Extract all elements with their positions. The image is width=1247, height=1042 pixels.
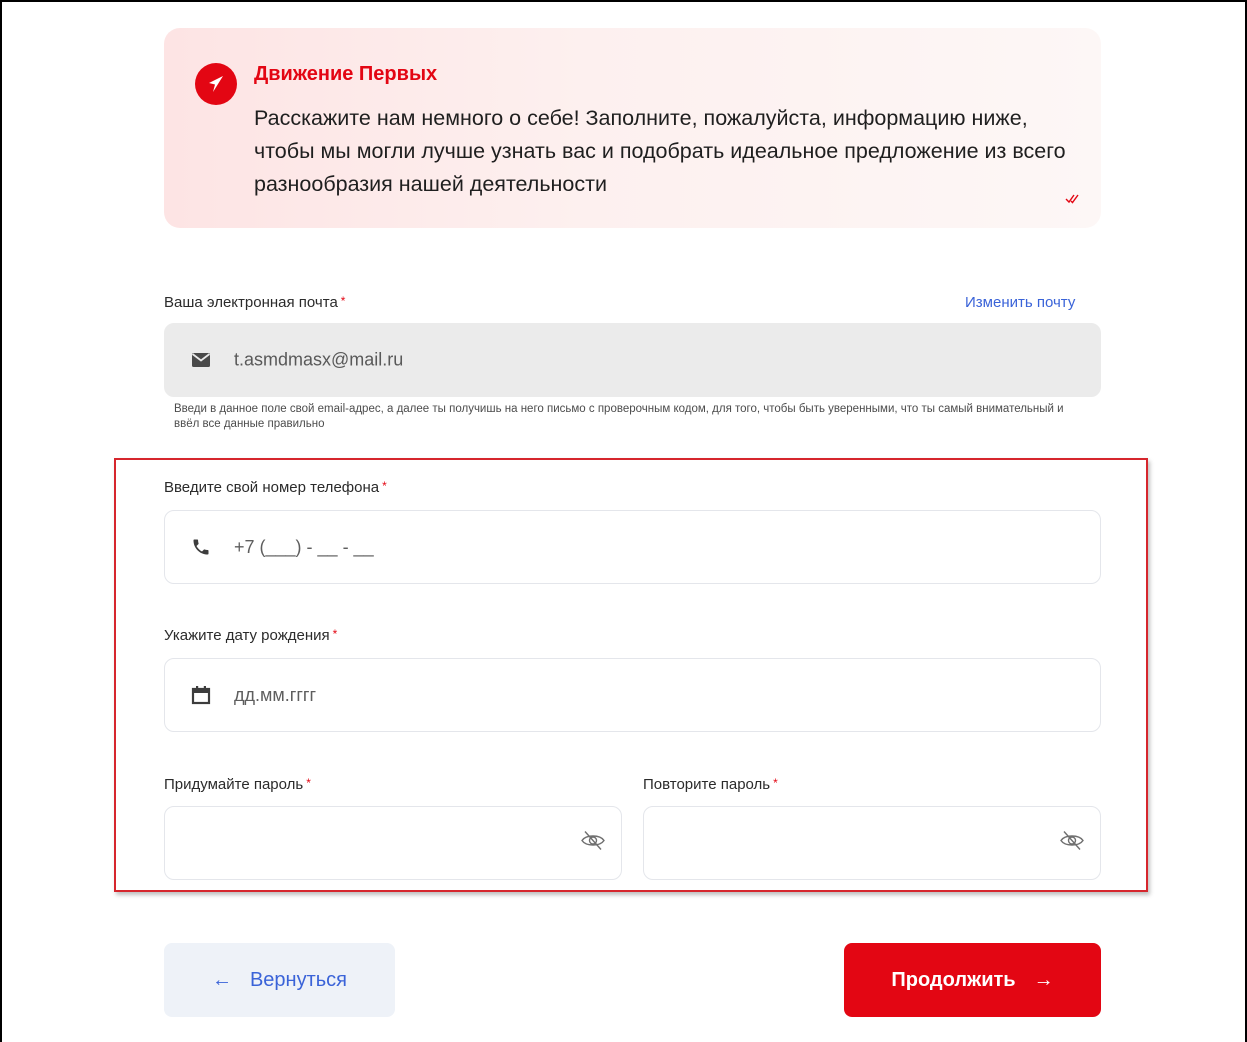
email-field[interactable]: t.asmdmasx@mail.ru — [164, 323, 1101, 397]
eye-hidden-icon[interactable] — [579, 829, 607, 858]
birthdate-label-text: Укажите дату рождения — [164, 627, 330, 644]
password-label: Придумайте пароль * — [164, 776, 311, 793]
eye-hidden-icon[interactable] — [1058, 829, 1086, 858]
back-button[interactable]: ← Вернуться — [164, 943, 395, 1017]
compass-arrow-logo-icon — [195, 63, 237, 105]
email-label-text: Ваша электронная почта — [164, 294, 338, 311]
required-mark: * — [340, 294, 346, 308]
password-repeat-field[interactable] — [643, 806, 1101, 880]
password-field[interactable] — [164, 806, 622, 880]
email-label: Ваша электронная почта * — [164, 294, 345, 311]
phone-label: Введите свой номер телефона * — [164, 479, 387, 496]
password-repeat-label: Повторите пароль * — [643, 776, 778, 793]
arrow-right-icon: → — [1033, 968, 1054, 991]
phone-input[interactable] — [234, 511, 1080, 583]
password-repeat-input[interactable] — [664, 807, 1040, 879]
required-mark: * — [306, 776, 311, 790]
email-hint: Введи в данное поле свой email-адрес, а … — [174, 403, 1064, 430]
required-mark: * — [773, 776, 778, 790]
phone-field[interactable] — [164, 510, 1101, 584]
phone-label-text: Введите свой номер телефона — [164, 479, 380, 496]
password-label-text: Придумайте пароль — [164, 776, 304, 793]
intro-banner: Движение Первых Расскажите нам немного о… — [164, 28, 1101, 228]
banner-text: Расскажите нам немного о себе! Заполните… — [254, 106, 1066, 196]
banner-title: Движение Первых — [254, 63, 438, 85]
back-button-label: Вернуться — [249, 968, 348, 991]
change-email-link[interactable]: Изменить почту — [965, 294, 1075, 311]
arrow-left-icon: ← — [211, 968, 232, 991]
birthdate-field[interactable] — [164, 658, 1101, 732]
email-value: t.asmdmasx@mail.ru — [234, 349, 404, 370]
calendar-icon — [191, 685, 211, 705]
birthdate-input[interactable] — [234, 659, 1080, 731]
required-mark: * — [382, 479, 387, 493]
continue-button[interactable]: Продолжить → — [844, 943, 1101, 1017]
double-check-icon — [1065, 192, 1083, 210]
continue-button-label: Продолжить — [891, 968, 1016, 991]
phone-icon — [191, 537, 211, 557]
password-input[interactable] — [185, 807, 561, 879]
required-mark: * — [332, 627, 338, 641]
birthdate-label: Укажите дату рождения * — [164, 627, 337, 644]
envelope-icon — [191, 352, 211, 368]
password-repeat-label-text: Повторите пароль — [643, 776, 771, 793]
